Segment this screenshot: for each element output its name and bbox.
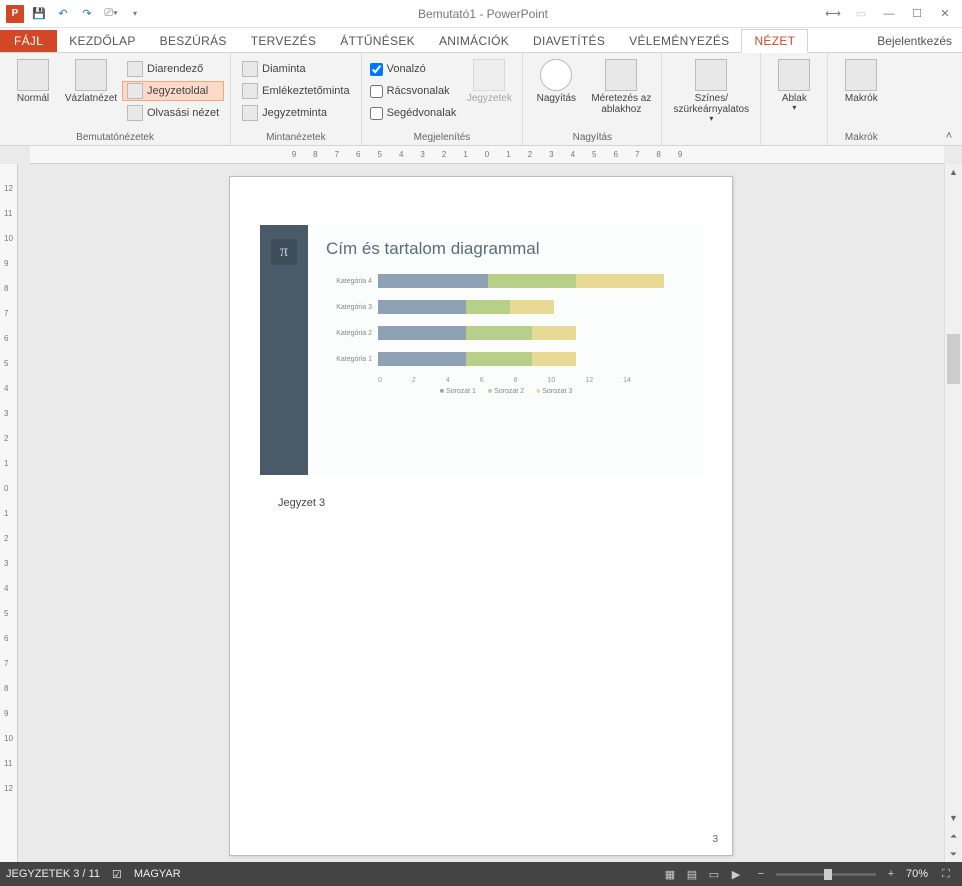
prev-slide-button[interactable]: ⏶ (945, 828, 962, 844)
slide-master-button[interactable]: Diaminta (237, 59, 354, 79)
slide-sorter-button[interactable]: Diarendező (122, 59, 224, 79)
group-label: Bemutatónézetek (6, 130, 224, 143)
notes-pane-button: Jegyzetek (462, 57, 516, 130)
scroll-thumb[interactable] (947, 334, 960, 384)
ribbon-tabs: FÁJL KEZDŐLAP BESZÚRÁS TERVEZÉS ÁTTŰNÉSE… (0, 28, 962, 53)
horizontal-ruler: 9876543210123456789 (30, 146, 944, 164)
tab-home[interactable]: KEZDŐLAP (57, 30, 147, 52)
sorter-view-icon[interactable]: ▤ (682, 866, 702, 882)
group-window: Ablak▾ (761, 53, 828, 145)
spellcheck-icon[interactable]: ☑ (112, 868, 122, 881)
start-from-beginning-button[interactable]: ⎚▾ (100, 3, 122, 25)
notes-master-button[interactable]: Jegyzetminta (237, 103, 354, 123)
slide-content: Cím és tartalom diagrammal Kategória 4Ka… (308, 225, 704, 475)
guides-checkbox[interactable]: Segédvonalak (368, 103, 459, 123)
view-buttons: ▦ ▤ ▭ ▶ (660, 866, 746, 882)
reading-view-icon[interactable]: ▭ (704, 866, 724, 882)
macros-button[interactable]: Makrók (834, 57, 888, 130)
language-indicator[interactable]: MAGYAR (134, 868, 181, 880)
slide-counter[interactable]: JEGYZETEK 3 / 11 (6, 868, 100, 880)
zoom-out-button[interactable]: − (754, 868, 768, 880)
maximize-button[interactable]: ☐ (904, 4, 930, 24)
chart: Kategória 4Kategória 3Kategória 2Kategór… (326, 273, 686, 465)
group-label: Mintanézetek (237, 130, 354, 143)
normal-view-icon[interactable]: ▦ (660, 866, 680, 882)
group-label: Makrók (834, 130, 888, 143)
zoom-level[interactable]: 70% (906, 868, 928, 880)
page-number: 3 (712, 834, 718, 845)
touch-mode-button[interactable]: ⟷ (820, 4, 846, 24)
collapse-ribbon-button[interactable]: ˄ (940, 129, 958, 143)
statusbar: JEGYZETEK 3 / 11 ☑ MAGYAR ▦ ▤ ▭ ▶ − + 70… (0, 862, 962, 886)
ribbon: Normál Vázlatnézet Diarendező Jegyzetold… (0, 53, 962, 146)
tab-file[interactable]: FÁJL (0, 30, 57, 52)
group-zoom: Nagyítás Méretezés az ablakhoz Nagyítás (523, 53, 662, 145)
slideshow-view-icon[interactable]: ▶ (726, 866, 746, 882)
group-label (668, 130, 754, 143)
window-title: Bemutató1 - PowerPoint (146, 7, 820, 21)
window-controls: ⟷ ▭ — ☐ ✕ (820, 4, 962, 24)
undo-button[interactable]: ↶ (52, 3, 74, 25)
next-slide-button[interactable]: ⏷ (945, 846, 962, 862)
color-grayscale-button[interactable]: Színes/ szürkeárnyalatos▾ (668, 57, 754, 130)
tab-slideshow[interactable]: DIAVETÍTÉS (521, 30, 617, 52)
vertical-scrollbar[interactable]: ▲ ▼ ⏶ ⏷ (944, 164, 962, 862)
tab-view[interactable]: NÉZET (741, 29, 808, 53)
close-button[interactable]: ✕ (932, 4, 958, 24)
slide-accent-strip: π (260, 225, 308, 475)
reading-view-button[interactable]: Olvasási nézet (122, 103, 224, 123)
group-presentation-views: Normál Vázlatnézet Diarendező Jegyzetold… (0, 53, 231, 145)
zoom-slider[interactable] (776, 873, 876, 876)
group-label (767, 130, 821, 143)
signin-link[interactable]: Bejelentkezés (867, 30, 962, 52)
gridlines-checkbox[interactable]: Rácsvonalak (368, 81, 459, 101)
tab-insert[interactable]: BESZÚRÁS (148, 30, 239, 52)
scroll-up-button[interactable]: ▲ (945, 164, 962, 180)
slide-thumbnail[interactable]: π Cím és tartalom diagrammal Kategória 4… (260, 225, 704, 475)
minimize-button[interactable]: — (876, 4, 902, 24)
tab-design[interactable]: TERVEZÉS (239, 30, 329, 52)
scroll-down-button[interactable]: ▼ (945, 810, 962, 826)
normal-view-button[interactable]: Normál (6, 57, 60, 130)
zoom-in-button[interactable]: + (884, 868, 898, 880)
tab-review[interactable]: VÉLEMÉNYEZÉS (617, 30, 741, 52)
group-label: Megjelenítés (368, 130, 517, 143)
save-button[interactable]: 💾 (28, 3, 50, 25)
group-label: Nagyítás (529, 130, 655, 143)
slide-title: Cím és tartalom diagrammal (326, 239, 686, 259)
quick-access-toolbar: P 💾 ↶ ↷ ⎚▾ ▾ (0, 3, 146, 25)
qat-customize-button[interactable]: ▾ (124, 3, 146, 25)
ruler-checkbox[interactable]: Vonalzó (368, 59, 459, 79)
editing-canvas[interactable]: π Cím és tartalom diagrammal Kategória 4… (18, 164, 944, 862)
outline-view-button[interactable]: Vázlatnézet (64, 57, 118, 130)
pi-icon: π (271, 239, 297, 265)
window-button[interactable]: Ablak▾ (767, 57, 821, 130)
redo-button[interactable]: ↷ (76, 3, 98, 25)
group-macros: Makrók Makrók (828, 53, 894, 145)
ribbon-options-button[interactable]: ▭ (848, 4, 874, 24)
notes-page[interactable]: π Cím és tartalom diagrammal Kategória 4… (229, 176, 733, 856)
zoom-button[interactable]: Nagyítás (529, 57, 583, 130)
group-show: Vonalzó Rácsvonalak Segédvonalak Jegyzet… (362, 53, 524, 145)
handout-master-button[interactable]: Emlékeztetőminta (237, 81, 354, 101)
fit-to-window-button[interactable]: Méretezés az ablakhoz (587, 57, 655, 130)
workspace: 9876543210123456789 12111098765432101234… (0, 146, 962, 862)
notes-page-button[interactable]: Jegyzetoldal (122, 81, 224, 101)
vertical-ruler: 1211109876543210123456789101112 (0, 164, 18, 862)
group-master-views: Diaminta Emlékeztetőminta Jegyzetminta M… (231, 53, 361, 145)
tab-transitions[interactable]: ÁTTŰNÉSEK (328, 30, 427, 52)
fit-to-window-icon[interactable]: ⛶ (936, 866, 956, 882)
tab-animations[interactable]: ANIMÁCIÓK (427, 30, 521, 52)
group-color-grayscale: Színes/ szürkeárnyalatos▾ (662, 53, 761, 145)
notes-text[interactable]: Jegyzet 3 (278, 497, 684, 509)
app-icon[interactable]: P (4, 3, 26, 25)
titlebar: P 💾 ↶ ↷ ⎚▾ ▾ Bemutató1 - PowerPoint ⟷ ▭ … (0, 0, 962, 28)
